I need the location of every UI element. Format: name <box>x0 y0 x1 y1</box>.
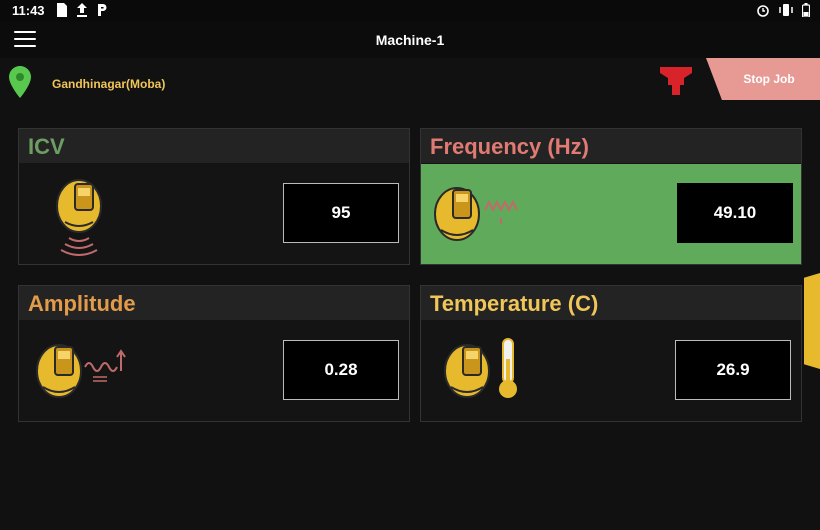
icv-value: 95 <box>283 183 399 243</box>
frequency-value: 49.10 <box>677 183 793 243</box>
frequency-card: Frequency (Hz) 49.10 <box>420 128 802 265</box>
status-time: 11:43 <box>12 3 45 18</box>
amplitude-value: 0.28 <box>283 340 399 400</box>
location-name: Gandhinagar(Moba) <box>52 77 166 91</box>
roller-thermometer-icon <box>444 338 517 398</box>
alarm-icon <box>757 5 769 17</box>
roller-signal-icon <box>56 179 102 256</box>
vibrate-icon <box>779 4 793 16</box>
roller-amplitude-icon <box>36 344 126 398</box>
amplitude-card: Amplitude 0.28 <box>18 285 410 422</box>
status-bar: 11:43 <box>0 0 820 22</box>
icv-card: ICV 95 <box>18 128 410 265</box>
temperature-title: Temperature (C) <box>421 286 801 320</box>
stop-job-button[interactable]: Stop Job <box>706 58 820 100</box>
app-bar: Machine-1 <box>0 22 820 58</box>
icv-title: ICV <box>19 129 409 163</box>
amplitude-title: Amplitude <box>19 286 409 320</box>
location-pin-icon <box>9 66 31 98</box>
roller-wave-icon <box>434 187 518 241</box>
upload-icon <box>77 3 87 17</box>
side-drawer-handle[interactable] <box>804 273 820 369</box>
location-row: Gandhinagar(Moba) Stop Job <box>0 58 820 108</box>
page-title: Machine-1 <box>375 32 445 48</box>
frequency-title: Frequency (Hz) <box>421 129 801 163</box>
battery-icon <box>802 3 810 17</box>
document-icon <box>57 3 67 17</box>
app-p-icon <box>98 4 107 16</box>
temperature-card: Temperature (C) 26.9 <box>420 285 802 422</box>
filter-funnel-icon[interactable] <box>660 67 692 97</box>
temperature-value: 26.9 <box>675 340 791 400</box>
